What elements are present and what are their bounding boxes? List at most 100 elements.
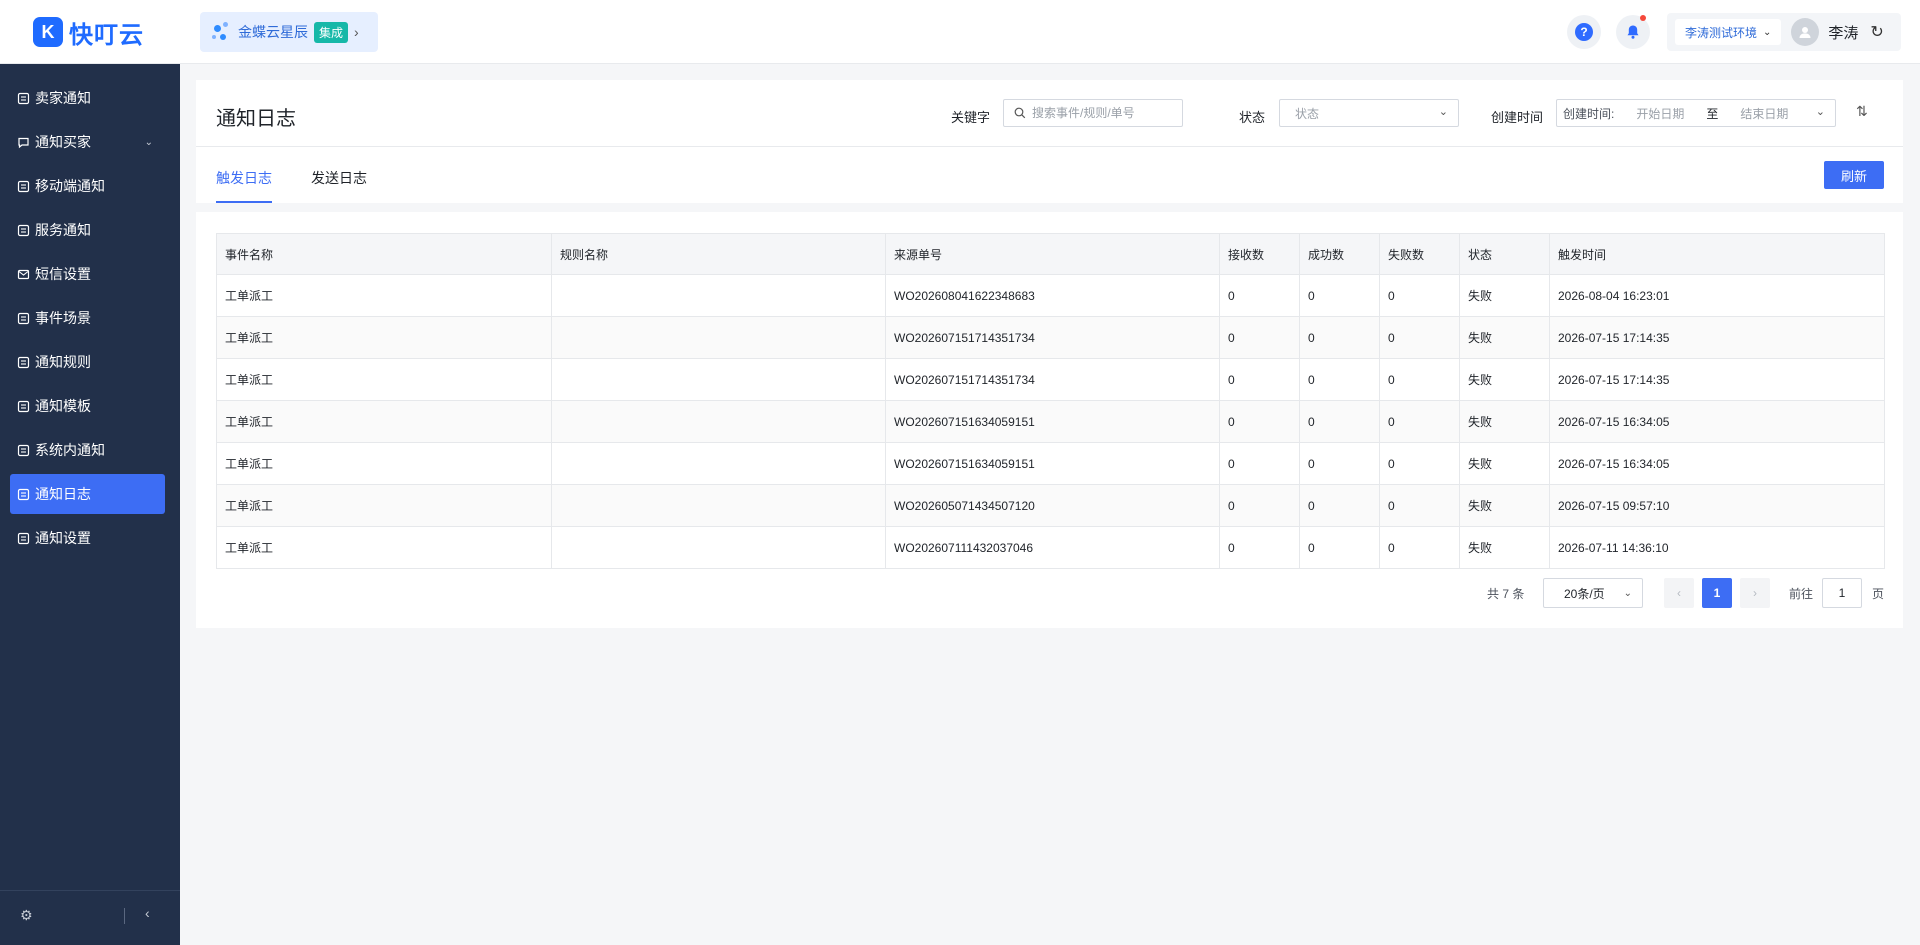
unread-dot bbox=[1640, 15, 1646, 21]
table-cell: 2026-07-15 17:14:35 bbox=[1549, 316, 1885, 359]
sidebar-item[interactable]: 通知日志 bbox=[10, 474, 165, 514]
sidebar-item[interactable]: 卖家通知 bbox=[10, 78, 165, 118]
table-cell: 2026-07-15 16:34:05 bbox=[1549, 400, 1885, 443]
chevron-right-icon: › bbox=[354, 24, 359, 40]
table-cell bbox=[551, 400, 886, 443]
page-number-current[interactable]: 1 bbox=[1702, 578, 1732, 608]
table-cell: 失败 bbox=[1459, 484, 1550, 527]
end-date-input[interactable]: 结束日期 bbox=[1740, 105, 1788, 122]
page-size-value: 20条/页 bbox=[1564, 586, 1605, 601]
table-cell: 0 bbox=[1379, 400, 1460, 443]
sidebar: 卖家通知 通知买家 ⌄ 移动端通知 服务通知 短信设置 事件场景 通知规则 通知模板 系统内通知通… bbox=[0, 64, 180, 945]
table-cell: 0 bbox=[1379, 484, 1460, 527]
table-cell: 工单派工 bbox=[216, 274, 552, 317]
table-cell: 工单派工 bbox=[216, 358, 552, 401]
chevron-down-icon: ⌄ bbox=[1815, 106, 1825, 118]
table-row[interactable]: 工单派工 WO202608041622348683 0 0 0 失败 2026-08-04 … bbox=[216, 274, 1885, 317]
prev-page-button[interactable]: ‹ bbox=[1664, 578, 1694, 608]
table-cell: WO202608041622348683 bbox=[885, 274, 1220, 317]
table-cell: 失败 bbox=[1459, 274, 1550, 317]
product-switcher[interactable]: 金蝶云星辰 集成 › bbox=[200, 12, 378, 52]
table-cell: 工单派工 bbox=[216, 526, 552, 569]
goto-label: 前往 bbox=[1789, 587, 1814, 601]
active-tab-indicator bbox=[216, 201, 272, 203]
table-row[interactable]: 工单派工 WO202607151714351734 0 0 0 失败 2026-07-15 … bbox=[216, 316, 1885, 359]
sidebar-item[interactable]: 通知规则 bbox=[10, 342, 165, 382]
user-icon bbox=[1799, 27, 1811, 38]
table-header-row: 事件名称 规则名称 来源单号 接收数 成功数 失败数 状态 触发时间 bbox=[216, 233, 1885, 275]
log-table-card: 事件名称 规则名称 来源单号 接收数 成功数 失败数 状态 触发时间 工单派工 W… bbox=[196, 212, 1903, 628]
sidebar-item-label: 通知买家 bbox=[35, 134, 91, 150]
tab-send-log[interactable]: 发送日志 bbox=[311, 168, 367, 188]
table-row[interactable]: 工单派工 WO202607111432037046 0 0 0 失败 2026-07-11 … bbox=[216, 526, 1885, 569]
sidebar-item[interactable]: 通知模板 bbox=[10, 386, 165, 426]
column-header: 触发时间 bbox=[1549, 233, 1885, 275]
keyword-field[interactable] bbox=[1003, 99, 1183, 127]
page-size-select[interactable]: 20条/页 ⌄ bbox=[1543, 578, 1643, 608]
status-label: 状态 bbox=[1239, 110, 1266, 125]
sidebar-item[interactable]: 短信设置 bbox=[10, 254, 165, 294]
date-range-picker[interactable]: 创建时间: 开始日期 至 结束日期 ⌄ bbox=[1556, 99, 1836, 127]
filter-card: 通知日志 关键字 状态 状态 ⌄ 创建时间 创建时间: 开始日期 至 结束日期 … bbox=[196, 80, 1903, 203]
user-name: 李涛 bbox=[1828, 24, 1859, 42]
column-header: 来源单号 bbox=[885, 233, 1220, 275]
table-cell: 工单派工 bbox=[216, 484, 552, 527]
status-placeholder: 状态 bbox=[1295, 106, 1320, 121]
table-row[interactable]: 工单派工 WO202607151634059151 0 0 0 失败 2026-07-15 … bbox=[216, 442, 1885, 485]
table-cell: WO202607151714351734 bbox=[885, 316, 1220, 359]
sort-icon[interactable]: ⇅ bbox=[1856, 103, 1868, 120]
table-cell: 0 bbox=[1379, 274, 1460, 317]
table-cell: 工单派工 bbox=[216, 442, 552, 485]
table-cell: 0 bbox=[1379, 358, 1460, 401]
table-cell: 工单派工 bbox=[216, 316, 552, 359]
sidebar-item[interactable]: 通知设置 bbox=[10, 518, 165, 558]
table-cell: 失败 bbox=[1459, 316, 1550, 359]
avatar[interactable] bbox=[1791, 18, 1820, 46]
table-cell: WO202607111432037046 bbox=[885, 526, 1220, 569]
refresh-button[interactable]: 刷新 bbox=[1824, 161, 1884, 189]
column-header: 成功数 bbox=[1299, 233, 1380, 275]
chevron-down-icon: ⌄ bbox=[144, 136, 153, 148]
table-cell: 0 bbox=[1299, 400, 1380, 443]
table-row[interactable]: 工单派工 WO202607151634059151 0 0 0 失败 2026-07-15 … bbox=[216, 400, 1885, 443]
table-cell: 0 bbox=[1299, 526, 1380, 569]
settings-icon[interactable]: ⚙ bbox=[20, 907, 33, 924]
table-cell: 0 bbox=[1379, 526, 1460, 569]
sidebar-item-label: 事件场景 bbox=[35, 310, 91, 326]
integration-badge: 集成 bbox=[314, 21, 349, 43]
footer-divider bbox=[124, 908, 125, 924]
search-icon bbox=[1014, 107, 1026, 119]
page-suffix: 页 bbox=[1872, 587, 1885, 601]
sidebar-item[interactable]: 移动端通知 bbox=[10, 166, 165, 206]
sidebar-item[interactable]: 事件场景 bbox=[10, 298, 165, 338]
status-select[interactable]: 状态 ⌄ bbox=[1279, 99, 1459, 127]
collapse-sidebar-icon[interactable]: ‹ bbox=[145, 905, 150, 921]
chevron-down-icon: ⌄ bbox=[1623, 587, 1632, 599]
app-logo[interactable]: K 快叮云 bbox=[33, 16, 144, 49]
help-button[interactable]: ? bbox=[1567, 15, 1601, 49]
sidebar-item[interactable]: 通知买家 ⌄ bbox=[10, 122, 165, 162]
table-cell: 0 bbox=[1219, 316, 1300, 359]
table-cell: 2026-07-15 17:14:35 bbox=[1549, 358, 1885, 401]
next-page-button[interactable]: › bbox=[1740, 578, 1770, 608]
column-header: 失败数 bbox=[1379, 233, 1460, 275]
reload-icon[interactable]: ↻ bbox=[1870, 22, 1883, 42]
start-date-input[interactable]: 开始日期 bbox=[1636, 105, 1684, 122]
table-row[interactable]: 工单派工 WO202607151714351734 0 0 0 失败 2026-07-15 … bbox=[216, 358, 1885, 401]
total-count: 共 7 条 bbox=[1487, 587, 1525, 601]
table-cell: WO202607151634059151 bbox=[885, 442, 1220, 485]
sidebar-item-label: 移动端通知 bbox=[35, 178, 105, 194]
table-cell bbox=[551, 526, 886, 569]
keyword-input[interactable] bbox=[1032, 106, 1172, 120]
environment-select[interactable]: 李涛测试环境 ⌄ bbox=[1675, 19, 1782, 45]
sidebar-item-label: 通知设置 bbox=[35, 530, 91, 546]
notification-button[interactable] bbox=[1616, 15, 1650, 49]
goto-page-input[interactable] bbox=[1822, 578, 1862, 608]
sidebar-item[interactable]: 服务通知 bbox=[10, 210, 165, 250]
tab-trigger-log[interactable]: 触发日志 bbox=[216, 168, 272, 188]
table-cell: 0 bbox=[1219, 358, 1300, 401]
table-row[interactable]: 工单派工 WO202605071434507120 0 0 0 失败 2026-07-15 … bbox=[216, 484, 1885, 527]
sidebar-item[interactable]: 系统内通知 bbox=[10, 430, 165, 470]
table-cell: 0 bbox=[1299, 484, 1380, 527]
table-cell: 0 bbox=[1299, 358, 1380, 401]
